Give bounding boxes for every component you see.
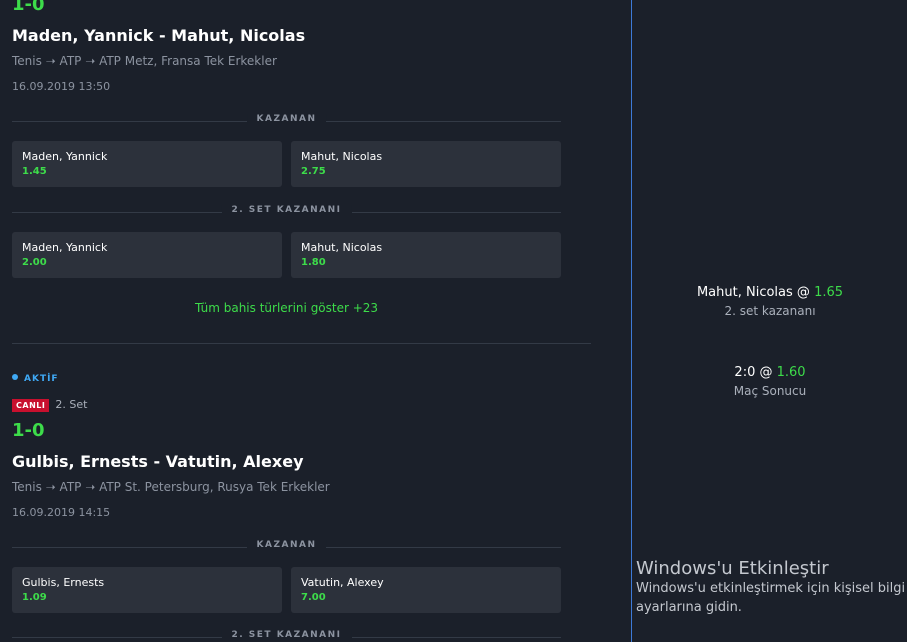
odds-player-name: Vatutin, Alexey <box>301 576 384 589</box>
betslip-selection: 2:0 @ 1.60 <box>632 365 907 380</box>
watermark-line-2: ayarlarına gidin. <box>636 600 742 615</box>
windows-activation-watermark: Windows'u Etkinleştir Windows'u etkinleş… <box>636 558 905 617</box>
odds-button[interactable]: Mahut, Nicolas 2.75 <box>291 141 561 187</box>
odds-price: 2.00 <box>22 257 47 268</box>
betslip-selection: Mahut, Nicolas @ 1.65 <box>632 285 907 300</box>
odds-button[interactable]: Maden, Yannick 1.45 <box>12 141 282 187</box>
active-dot-icon <box>12 374 18 380</box>
match-breadcrumb: Tenis ➝ ATP ➝ ATP St. Petersburg, Rusya … <box>12 480 330 494</box>
active-status: AKTİF <box>12 374 59 384</box>
odds-price: 1.45 <box>22 166 47 177</box>
live-badge: CANLI <box>12 399 50 412</box>
odds-price: 2.75 <box>301 166 326 177</box>
match-title-wrap: Maden, Yannick - Mahut, Nicolas <box>12 26 561 45</box>
match-score: 1-0 <box>12 0 45 15</box>
market-label: KAZANAN <box>246 540 327 550</box>
match-card-1: 1-0 <box>12 0 561 15</box>
show-all-markets-link[interactable]: Tüm bahis türlerini göster +23 <box>12 301 561 315</box>
betslip-item[interactable]: 2:0 @ 1.60 Maç Sonucu <box>632 365 907 398</box>
match-breadcrumb: Tenis ➝ ATP ➝ ATP Metz, Fransa Tek Erkek… <box>12 54 277 68</box>
odds-button[interactable]: Gulbis, Ernests 1.09 <box>12 567 282 613</box>
odds-button[interactable]: Mahut, Nicolas 1.80 <box>291 232 561 278</box>
match-title[interactable]: Gulbis, Ernests - Vatutin, Alexey <box>12 452 561 471</box>
watermark-line-1: Windows'u etkinleştirmek için kişisel bi… <box>636 581 906 596</box>
market-label: 2. SET KAZANANI <box>221 630 352 640</box>
betslip-selection-text: Mahut, Nicolas @ <box>696 285 810 300</box>
live-row: CANLI 2. Set <box>12 398 87 412</box>
betslip-price: 1.60 <box>776 365 806 380</box>
betslip-panel: Mahut, Nicolas @ 1.65 2. set kazananı 2:… <box>631 0 907 642</box>
odds-player-name: Mahut, Nicolas <box>301 241 383 254</box>
match-period: 2. Set <box>55 398 88 411</box>
active-label: AKTİF <box>24 374 59 384</box>
odds-player-name: Mahut, Nicolas <box>301 150 383 163</box>
odds-price: 1.09 <box>22 592 47 603</box>
match-date: 16.09.2019 14:15 <box>12 506 111 519</box>
match-separator <box>12 343 591 344</box>
match-title[interactable]: Maden, Yannick - Mahut, Nicolas <box>12 26 561 45</box>
odds-button[interactable]: Vatutin, Alexey 7.00 <box>291 567 561 613</box>
odds-price: 1.80 <box>301 257 326 268</box>
betslip-price: 1.65 <box>814 285 844 300</box>
betslip-market: 2. set kazananı <box>724 304 816 318</box>
watermark-title: Windows'u Etkinleştir <box>636 558 829 579</box>
market-label: KAZANAN <box>246 114 327 124</box>
betslip-item[interactable]: Mahut, Nicolas @ 1.65 2. set kazananı <box>632 285 907 318</box>
odds-player-name: Maden, Yannick <box>22 241 108 254</box>
odds-player-name: Gulbis, Ernests <box>22 576 105 589</box>
odds-player-name: Maden, Yannick <box>22 150 108 163</box>
betslip-market: Maç Sonucu <box>733 384 807 398</box>
market-label: 2. SET KAZANANI <box>221 205 352 215</box>
events-panel: 1-0 Maden, Yannick - Mahut, Nicolas Teni… <box>0 0 631 642</box>
match-date: 16.09.2019 13:50 <box>12 80 111 93</box>
odds-price: 7.00 <box>301 592 326 603</box>
match-score: 1-0 <box>12 420 45 441</box>
odds-button[interactable]: Maden, Yannick 2.00 <box>12 232 282 278</box>
betslip-selection-text: 2:0 @ <box>734 365 773 380</box>
